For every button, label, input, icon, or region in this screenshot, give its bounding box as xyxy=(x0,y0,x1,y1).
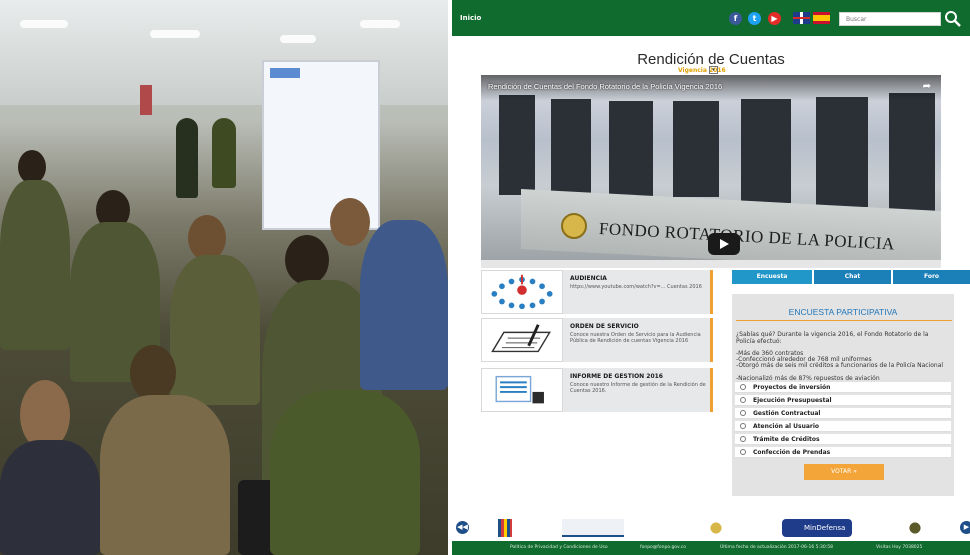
audience-head xyxy=(330,198,370,246)
survey-fact: -Otorgó más de seis mil créditos a funci… xyxy=(736,362,944,369)
wall-poster xyxy=(140,85,152,115)
survey-fact: -Nacionalizó más de 87% repuestos de avi… xyxy=(736,375,880,382)
survey-option[interactable]: Atención al Usuario xyxy=(735,421,951,432)
spanish-flag-icon[interactable] xyxy=(813,12,830,24)
card-title: ORDEN DE SERVICIO xyxy=(570,323,639,330)
vote-button[interactable]: VOTAR » xyxy=(804,464,884,480)
ceiling-lamp xyxy=(150,30,200,38)
survey-title: ENCUESTA PARTICIPATIVA xyxy=(788,307,898,317)
partner-logo[interactable] xyxy=(498,519,512,537)
audience-head xyxy=(130,345,176,401)
card-orden-servicio[interactable]: ORDEN DE SERVICIO Conoce nuestra Orden d… xyxy=(481,318,713,362)
building-window xyxy=(551,99,591,197)
audience-uniform xyxy=(270,390,420,555)
radio-button[interactable] xyxy=(740,384,746,390)
youtube-icon[interactable]: ▶ xyxy=(768,12,781,25)
card-text: Conoce nuestro Informe de gestión de la … xyxy=(570,382,706,394)
prev-arrow-icon[interactable]: ◀◀ xyxy=(456,521,469,534)
audience-head xyxy=(18,150,46,184)
card-title: AUDIENCIA xyxy=(570,275,607,282)
video-title[interactable]: Rendición de Cuentas del Fondo Rotatorio… xyxy=(488,82,722,91)
option-label: Ejecución Presupuestal xyxy=(753,397,832,404)
option-label: Atención al Usuario xyxy=(753,423,820,430)
gobierno-logo[interactable] xyxy=(562,519,624,537)
option-label: Confección de Prendas xyxy=(753,449,831,456)
police-crest-icon xyxy=(561,213,587,239)
facebook-icon[interactable]: f xyxy=(729,12,742,25)
building-window xyxy=(741,99,791,203)
crest-logo[interactable] xyxy=(706,519,726,537)
radio-button[interactable] xyxy=(740,436,746,442)
interaction-tabs: Encuesta Chat Foro xyxy=(732,270,970,284)
next-arrow-icon[interactable]: ▶ xyxy=(960,521,970,534)
privacy-link[interactable]: Política de Privacidad y Condiciones de … xyxy=(510,545,608,550)
video-player[interactable]: FONDO ROTATORIO DE LA POLICIA Rendición … xyxy=(481,75,941,260)
ceiling xyxy=(0,0,448,105)
survey-option[interactable]: Ejecución Presupuestal xyxy=(735,395,951,406)
tab-chat[interactable]: Chat xyxy=(814,270,891,284)
search-input[interactable] xyxy=(839,12,941,26)
report-document-icon xyxy=(481,368,563,412)
top-navbar: Inicio f t ▶ xyxy=(452,0,970,36)
audience-uniform xyxy=(100,395,230,555)
document-sign-icon xyxy=(481,318,563,362)
building-window xyxy=(673,101,719,197)
building-window xyxy=(609,101,653,197)
survey-intro: ¿Sabías qué? Durante la vigencia 2016, e… xyxy=(736,331,929,345)
option-label: Proyectos de inversión xyxy=(753,384,831,391)
card-text[interactable]: https://www.youtube.com/watch?v=... Cuen… xyxy=(570,284,706,290)
ceiling-lamp xyxy=(20,20,68,28)
option-label: Gestión Contractual xyxy=(753,410,821,417)
speaker-figure xyxy=(212,118,236,188)
speaker-figure xyxy=(176,118,198,198)
card-informe-gestion[interactable]: INFORME DE GESTION 2016 Conoce nuestro I… xyxy=(481,368,713,412)
radio-button[interactable] xyxy=(740,397,746,403)
card-text: Conoce nuestra Orden de Servicio para la… xyxy=(570,332,701,344)
police-logo[interactable] xyxy=(907,519,923,537)
radio-button[interactable] xyxy=(740,423,746,429)
tab-encuesta[interactable]: Encuesta xyxy=(732,270,812,284)
audience-uniform xyxy=(360,220,448,390)
event-photo xyxy=(0,0,448,555)
radio-button[interactable] xyxy=(740,449,746,455)
twitter-icon[interactable]: t xyxy=(748,12,761,25)
building-window xyxy=(499,95,535,195)
mindefensa-logo[interactable]: MinDefensa xyxy=(782,519,852,537)
email-link[interactable]: fonpo@fonpo.gov.co xyxy=(640,545,686,550)
vigencia-label: Vigencia 2016 xyxy=(678,67,726,74)
footer-logos: ◀◀ MinDefensa ▶ xyxy=(452,515,970,541)
share-icon[interactable]: ➦ xyxy=(923,81,931,92)
vigencia-dropdown[interactable]: ▾ xyxy=(709,66,718,74)
survey-option[interactable]: Confección de Prendas xyxy=(735,447,951,458)
survey-option[interactable]: Trámite de Créditos xyxy=(735,434,951,445)
audience-uniform xyxy=(0,180,70,350)
card-title: INFORME DE GESTION 2016 xyxy=(570,373,663,380)
survey-panel: ENCUESTA PARTICIPATIVA ¿Sabías qué? Dura… xyxy=(732,294,954,496)
radio-button[interactable] xyxy=(740,410,746,416)
tab-foro[interactable]: Foro xyxy=(893,270,970,284)
survey-option[interactable]: Gestión Contractual xyxy=(735,408,951,419)
english-flag-icon[interactable] xyxy=(793,12,810,24)
bottom-bar: Política de Privacidad y Condiciones de … xyxy=(452,541,970,555)
ceiling-lamp xyxy=(280,35,316,43)
screenshot-root: Inicio f t ▶ Rendición de Cuentas Vigenc… xyxy=(0,0,970,555)
survey-title-underline xyxy=(736,320,952,321)
website-panel: Inicio f t ▶ Rendición de Cuentas Vigenc… xyxy=(452,0,970,555)
search-icon[interactable] xyxy=(944,10,962,28)
audience-network-icon xyxy=(481,270,563,314)
card-audiencia[interactable]: AUDIENCIA https://www.youtube.com/watch?… xyxy=(481,270,713,314)
inicio-link[interactable]: Inicio xyxy=(460,14,481,22)
building-window xyxy=(816,97,868,207)
last-updated: Última fecha de actualización 2017-06-16… xyxy=(720,545,833,550)
ceiling-lamp xyxy=(360,20,400,28)
building-window xyxy=(889,93,935,211)
play-button[interactable] xyxy=(708,233,740,255)
survey-option[interactable]: Proyectos de inversión xyxy=(735,382,951,393)
option-label: Trámite de Créditos xyxy=(753,436,820,443)
audience-uniform xyxy=(170,255,260,405)
divider xyxy=(481,260,941,268)
audience-uniform xyxy=(0,440,100,555)
audience-head xyxy=(285,235,329,285)
visit-counter: Visitas Hoy 7038025 xyxy=(876,545,923,550)
